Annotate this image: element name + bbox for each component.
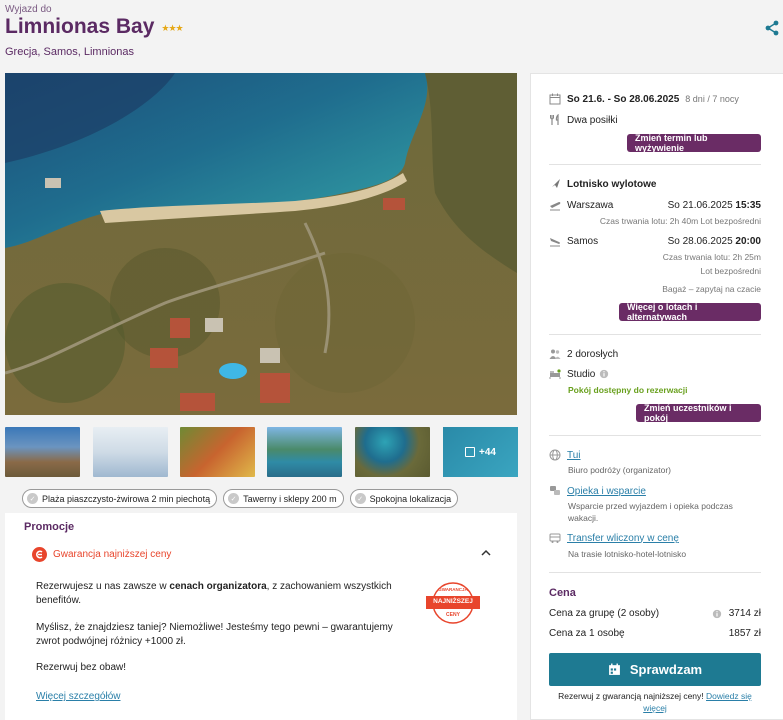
guarantee-icon	[32, 546, 47, 562]
thumbnail[interactable]	[5, 427, 80, 477]
outbound-datetime: So 21.06.2025 15:35	[667, 200, 761, 211]
change-term-button[interactable]: Zmień termin lub wyżywienie	[627, 133, 761, 153]
thumbnail[interactable]	[180, 427, 255, 477]
guarantee-paragraph-1: Rezerwujesz u nas zawsze w cenach organi…	[36, 581, 392, 606]
operator-link[interactable]: Tui	[567, 450, 581, 461]
badge-text-mid: NAJNIŻSZEJ	[433, 598, 473, 605]
title-row: Limnionas Bay ★★★	[5, 15, 184, 39]
guarantee-accordion-header[interactable]: Gwarancja najniższej ceny	[32, 545, 492, 563]
return-info-duration: Czas trwania lotu: 2h 25m	[662, 252, 761, 262]
photo-icon	[465, 447, 476, 457]
more-photos-button[interactable]: +44	[443, 427, 518, 477]
divider	[549, 572, 761, 573]
board-row: Dwa posiłki	[549, 114, 618, 126]
more-details-link[interactable]: Więcej szczegółów	[36, 691, 120, 702]
airport-row: Lotnisko wylotowe	[549, 178, 656, 190]
info-icon[interactable]	[599, 369, 609, 379]
promotions-panel: Promocje Gwarancja najniższej ceny Rezer…	[5, 513, 517, 720]
eyebrow-label: Wyjazd do	[5, 4, 52, 15]
plane-icon	[550, 179, 560, 189]
transfer-row: Transfer wliczony w cenę	[549, 532, 679, 544]
badge-text-top: GWARANCJA	[438, 587, 468, 592]
calendar-icon	[608, 663, 620, 675]
return-info-direct: Lot bezpośredni	[700, 266, 762, 276]
guarantee-note: Rezerwuj z gwarancją najniższej ceny! Do…	[558, 691, 752, 713]
takeoff-icon	[550, 202, 561, 211]
more-flights-button[interactable]: Więcej o lotach i alternatywach	[619, 302, 761, 322]
cta-label: Sprawdzam	[629, 662, 703, 677]
care-subtitle: Wsparcie przed wyjazdem i opieka podczas…	[568, 501, 733, 523]
return-flight-row: Samos	[549, 235, 598, 247]
return-datetime: So 28.06.2025 20:00	[667, 236, 761, 247]
price-heading: Cena	[549, 587, 576, 599]
chevron-up-icon[interactable]	[480, 547, 492, 559]
check-icon: ✓	[354, 493, 366, 504]
landing-icon	[550, 238, 560, 247]
booking-sidebar: So 21.6. - So 28.06.2025 8 dni / 7 nocy …	[530, 73, 783, 720]
departure-airport-label: Lotnisko wylotowe	[567, 178, 657, 190]
check-icon: ✓	[228, 493, 240, 504]
care-link[interactable]: Opieka i wsparcie	[567, 486, 646, 497]
photo-thumbnails: +44	[5, 427, 518, 477]
feature-chip: ✓ Plaża piaszczysto-żwirowa 2 min piechot…	[22, 489, 218, 508]
support-icon	[550, 486, 560, 495]
thumbnail[interactable]	[93, 427, 168, 477]
operator-row: Tui	[549, 449, 581, 461]
outbound-city: Warszawa	[567, 199, 614, 211]
people-icon	[549, 349, 561, 359]
feature-chip: ✓ Tawerny i sklepy 200 m	[223, 489, 344, 508]
board-type: Dwa posiłki	[567, 114, 618, 126]
room-availability: Pokój dostępny do rezerwacji	[568, 385, 688, 395]
divider	[549, 334, 761, 335]
dates-row: So 21.6. - So 28.06.2025 8 dni / 7 nocy	[549, 93, 739, 105]
more-photos-count: +44	[479, 446, 496, 458]
feature-chip: ✓ Spokojna lokalizacja	[349, 489, 459, 508]
change-participants-button[interactable]: Zmień uczestników i pokój	[636, 403, 761, 423]
star-rating: ★★★	[161, 22, 183, 33]
share-icon[interactable]	[764, 20, 780, 36]
bed-icon	[549, 369, 561, 379]
trip-dates: So 21.6. - So 28.06.2025	[567, 93, 680, 105]
divider	[549, 164, 761, 165]
location-breadcrumb[interactable]: Grecja, Samos, Limnionas	[5, 46, 134, 58]
group-price-label: Cena za grupę (2 osoby)	[549, 608, 660, 619]
guarantee-label: Gwarancja najniższej ceny	[53, 548, 172, 560]
transfer-subtitle: Na trasie lotnisko-hotel-lotnisko	[568, 549, 687, 559]
operator-subtitle: Biuro podróży (organizator)	[568, 465, 671, 475]
promotions-heading: Promocje	[24, 521, 75, 533]
calendar-icon	[549, 93, 561, 105]
transfer-link[interactable]: Transfer wliczony w cenę	[567, 533, 679, 544]
group-price-value: 3714 zł	[728, 608, 761, 619]
room-row: Studio	[549, 368, 615, 380]
bus-icon	[549, 533, 561, 543]
check-availability-button[interactable]: Sprawdzam	[549, 653, 761, 686]
thumbnail[interactable]	[355, 427, 430, 477]
person-price-label: Cena za 1 osobę	[549, 628, 625, 639]
lowest-price-badge: GWARANCJA NAJNIŻSZEJ CENY	[423, 581, 483, 625]
feature-chips: ✓ Plaża piaszczysto-żwirowa 2 min piechot…	[22, 489, 459, 508]
globe-icon	[549, 449, 561, 461]
badge-text-bottom: CENY	[446, 612, 460, 618]
outbound-info: Czas trwania lotu: 2h 40m Lot bezpośredn…	[599, 216, 761, 226]
outbound-flight-row: Warszawa	[549, 199, 613, 211]
care-row: Opieka i wsparcie	[549, 485, 646, 497]
guarantee-paragraph-3: Rezerwuj bez obaw!	[36, 662, 127, 673]
room-type: Studio	[567, 368, 596, 380]
main-photo[interactable]	[5, 73, 517, 415]
trip-duration: 8 dni / 7 nocy	[685, 94, 739, 104]
baggage-info: Bagaż – zapytaj na czacie	[662, 284, 761, 294]
guarantee-paragraph-2: Myślisz, że znajdziesz taniej? Niemożliw…	[36, 622, 393, 647]
return-city: Samos	[567, 235, 599, 247]
guests-row: 2 dorosłych	[549, 348, 618, 360]
person-price-row: Cena za 1 osobę	[549, 628, 625, 639]
thumbnail[interactable]	[267, 427, 342, 477]
group-price-row: Cena za grupę (2 osoby)	[549, 608, 659, 619]
divider	[549, 435, 761, 436]
check-icon: ✓	[27, 493, 38, 504]
cutlery-icon	[550, 114, 559, 125]
info-icon[interactable]	[712, 609, 722, 619]
guests-count: 2 dorosłych	[567, 348, 619, 360]
person-price-value: 1857 zł	[728, 628, 761, 639]
hotel-title: Limnionas Bay	[5, 15, 155, 38]
